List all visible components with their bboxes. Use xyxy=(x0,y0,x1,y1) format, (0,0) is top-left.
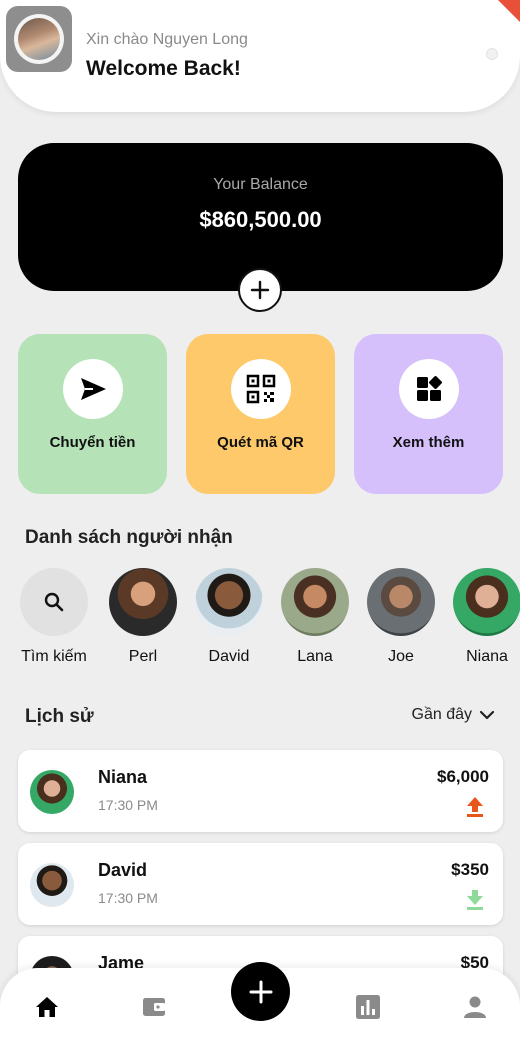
transaction-name: David xyxy=(98,860,148,880)
recipient-avatar xyxy=(109,568,177,636)
recipient-avatar xyxy=(453,568,520,636)
transaction-amount: $350 xyxy=(451,860,489,879)
nav-profile[interactable] xyxy=(460,992,490,1022)
recipient-avatar xyxy=(195,568,263,636)
transaction-time: 17:30 PM xyxy=(98,797,158,813)
recipient-name: Joe xyxy=(388,648,414,665)
plus-icon xyxy=(249,980,272,1003)
avatar-photo xyxy=(18,18,60,60)
history-filter-dropdown[interactable]: Gần đây xyxy=(412,706,496,724)
history-filter-label: Gần đây xyxy=(411,706,472,723)
header-indicator xyxy=(486,48,498,60)
greeting-text: Xin chào Nguyen Long xyxy=(86,31,248,48)
transaction-row[interactable]: David 17:30 PM $350 xyxy=(18,843,503,925)
recipient-search[interactable]: Tìm kiếm xyxy=(14,568,94,666)
nav-statistics[interactable] xyxy=(353,992,383,1022)
avatar-ring xyxy=(14,14,64,64)
search-button[interactable] xyxy=(20,568,88,636)
history-title: Lịch sử xyxy=(25,706,94,727)
transaction-time: 17:30 PM xyxy=(98,890,158,906)
recipient-item[interactable]: Niana xyxy=(447,568,520,666)
nav-home[interactable] xyxy=(32,992,62,1022)
scan-qr-label: Quét mã QR xyxy=(217,434,304,451)
recipient-name: Perl xyxy=(128,648,158,665)
bar-chart-icon xyxy=(356,995,380,1019)
more-apps-icon xyxy=(399,359,459,419)
transaction-name: Niana xyxy=(98,767,148,787)
corner-decoration xyxy=(498,0,520,22)
recipient-item[interactable]: David xyxy=(189,568,269,666)
transfer-label: Chuyển tiền xyxy=(49,434,136,451)
download-arrow-icon xyxy=(467,890,483,910)
chevron-down-icon xyxy=(479,710,495,720)
plus-icon xyxy=(250,280,270,300)
transaction-avatar xyxy=(30,770,74,814)
recipient-item[interactable]: Perl xyxy=(103,568,183,666)
home-icon xyxy=(36,997,58,1017)
upload-arrow-icon xyxy=(467,797,483,817)
person-icon xyxy=(464,996,486,1018)
transaction-row[interactable]: Niana 17:30 PM $6,000 xyxy=(18,750,503,832)
header: Xin chào Nguyen Long Welcome Back! xyxy=(0,0,520,112)
recipients-title: Danh sách người nhận xyxy=(25,527,233,548)
recipient-item[interactable]: Lana xyxy=(275,568,355,666)
transfer-button[interactable]: Chuyển tiền xyxy=(18,334,167,494)
welcome-title: Welcome Back! xyxy=(86,57,241,80)
qr-icon xyxy=(231,359,291,419)
recipient-avatar xyxy=(367,568,435,636)
balance-value: $860,500.00 xyxy=(199,207,322,232)
wallet-icon xyxy=(143,998,165,1016)
balance-label: Your Balance xyxy=(213,176,308,193)
nav-wallet[interactable] xyxy=(139,992,169,1022)
scan-qr-button[interactable]: Quét mã QR xyxy=(186,334,335,494)
add-transaction-button[interactable] xyxy=(231,962,290,1021)
recipient-name: David xyxy=(208,648,250,665)
search-label: Tìm kiếm xyxy=(21,648,87,665)
add-money-button[interactable] xyxy=(238,268,282,312)
transaction-avatar xyxy=(30,863,74,907)
recipient-name: Niana xyxy=(466,648,508,665)
more-label: Xem thêm xyxy=(392,434,465,451)
search-icon xyxy=(44,592,64,612)
transaction-amount: $6,000 xyxy=(437,767,489,786)
recipient-item[interactable]: Joe xyxy=(361,568,441,666)
avatar[interactable] xyxy=(6,6,72,72)
recipient-name: Lana xyxy=(297,648,333,665)
send-icon xyxy=(63,359,123,419)
more-button[interactable]: Xem thêm xyxy=(354,334,503,494)
recipient-avatar xyxy=(281,568,349,636)
